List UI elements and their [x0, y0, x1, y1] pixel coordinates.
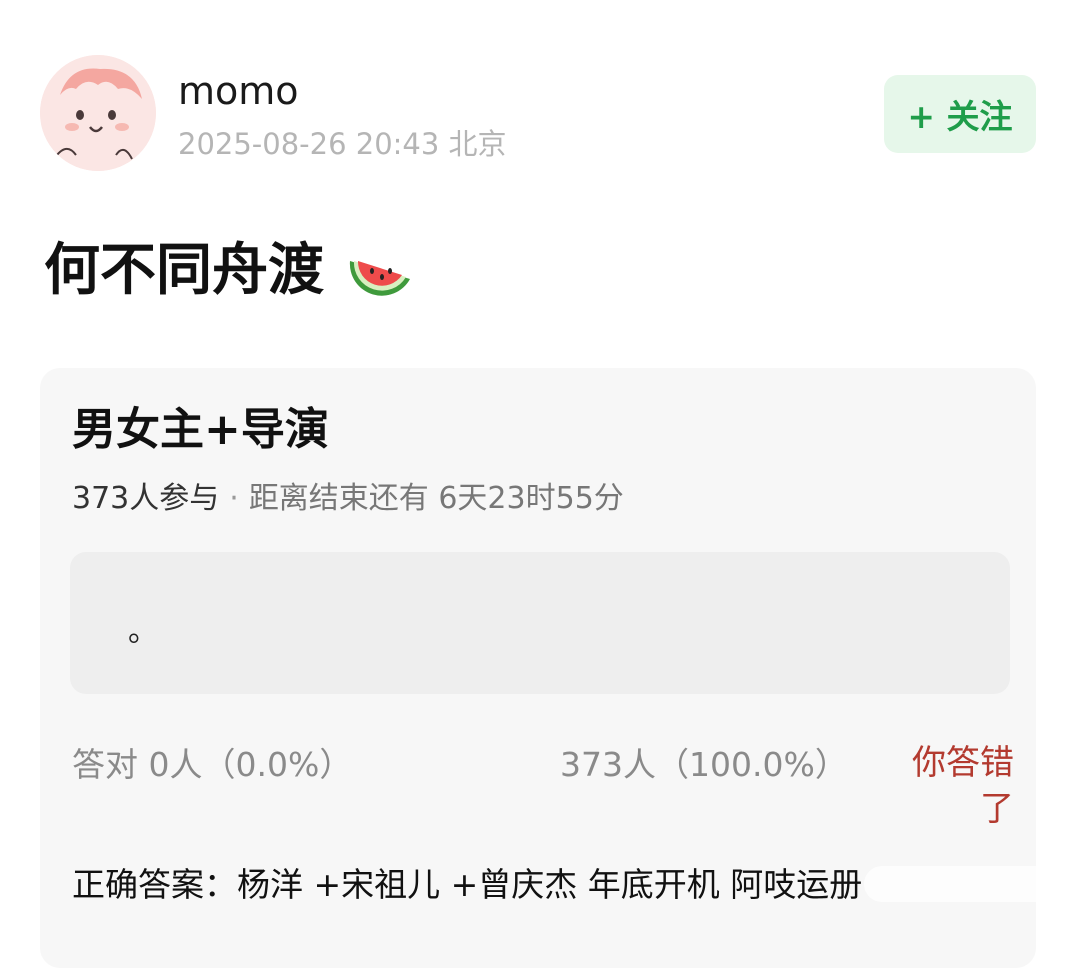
- correct-answer: 正确答案：杨洋 +宋祖儿 +曾庆杰 年底开机 阿吱运册: [72, 865, 863, 904]
- poll-subtitle: 373人参与 · 距离结束还有 6天23时55分: [72, 478, 624, 520]
- result-label: 你答错了: [912, 743, 1014, 829]
- post-content: 何不同舟渡: [44, 236, 414, 306]
- post-meta: 2025-08-26 20:43 北京: [178, 127, 507, 161]
- post-text: 何不同舟渡: [44, 238, 324, 303]
- avatar-image: [40, 55, 156, 171]
- author-name[interactable]: momo: [178, 68, 299, 114]
- watermelon-icon: [346, 241, 414, 301]
- poll-title: 男女主+导演: [72, 404, 329, 455]
- avatar[interactable]: [40, 55, 156, 171]
- poll-option-text: 。: [128, 614, 158, 649]
- correct-count: 答对 0人（0.0%）: [72, 745, 353, 784]
- wrong-count: 373人（100.0%）: [560, 745, 848, 784]
- poll-deadline: 距离结束还有 6天23时55分: [248, 481, 624, 516]
- separator-dot: ·: [229, 481, 239, 516]
- poll-participants: 373人参与: [72, 481, 220, 516]
- poll-option[interactable]: [70, 552, 1010, 694]
- watermark: [864, 866, 1064, 902]
- follow-button[interactable]: + 关注: [884, 75, 1036, 153]
